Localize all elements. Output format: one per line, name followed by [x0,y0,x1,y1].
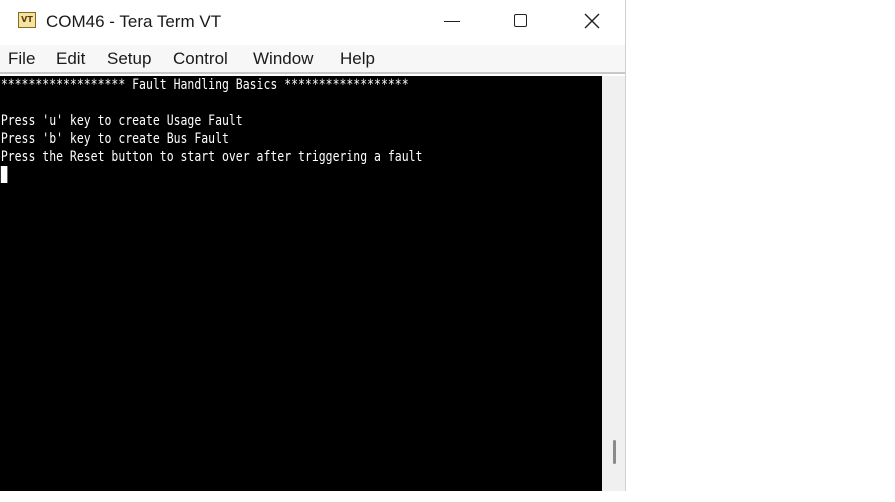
menu-file[interactable]: File [8,49,35,69]
minimize-button[interactable] [418,0,486,45]
terminal-line: Press 'u' key to create Usage Fault [0,113,243,129]
menu-control[interactable]: Control [173,49,228,69]
terminal-output[interactable]: ****************** Fault Handling Basics… [0,76,602,491]
teraterm-vt-icon[interactable]: VT [18,12,36,28]
minimize-icon [444,21,460,22]
maximize-button[interactable] [487,0,555,45]
menu-setup[interactable]: Setup [107,49,151,69]
terminal-line: ****************** Fault Handling Basics… [0,77,409,93]
menu-bar: File Edit Setup Control Window Help [0,45,625,74]
close-icon [584,13,600,29]
close-button[interactable] [557,0,625,45]
terminal-line: Press 'b' key to create Bus Fault [0,131,229,147]
window-title: COM46 - Tera Term VT [46,12,222,31]
tera-term-window: VT COM46 - Tera Term VT File Edit Setup … [0,0,626,491]
text-cursor [0,166,8,183]
vertical-scrollbar[interactable] [602,76,625,491]
title-bar[interactable]: VT COM46 - Tera Term VT [0,0,625,45]
menu-help[interactable]: Help [340,49,375,69]
scrollbar-thumb[interactable] [613,440,616,464]
menu-edit[interactable]: Edit [56,49,85,69]
terminal-line: Press the Reset button to start over aft… [0,149,423,165]
maximize-icon [514,14,527,27]
terminal-cursor-line [0,166,494,184]
menu-window[interactable]: Window [253,49,313,69]
